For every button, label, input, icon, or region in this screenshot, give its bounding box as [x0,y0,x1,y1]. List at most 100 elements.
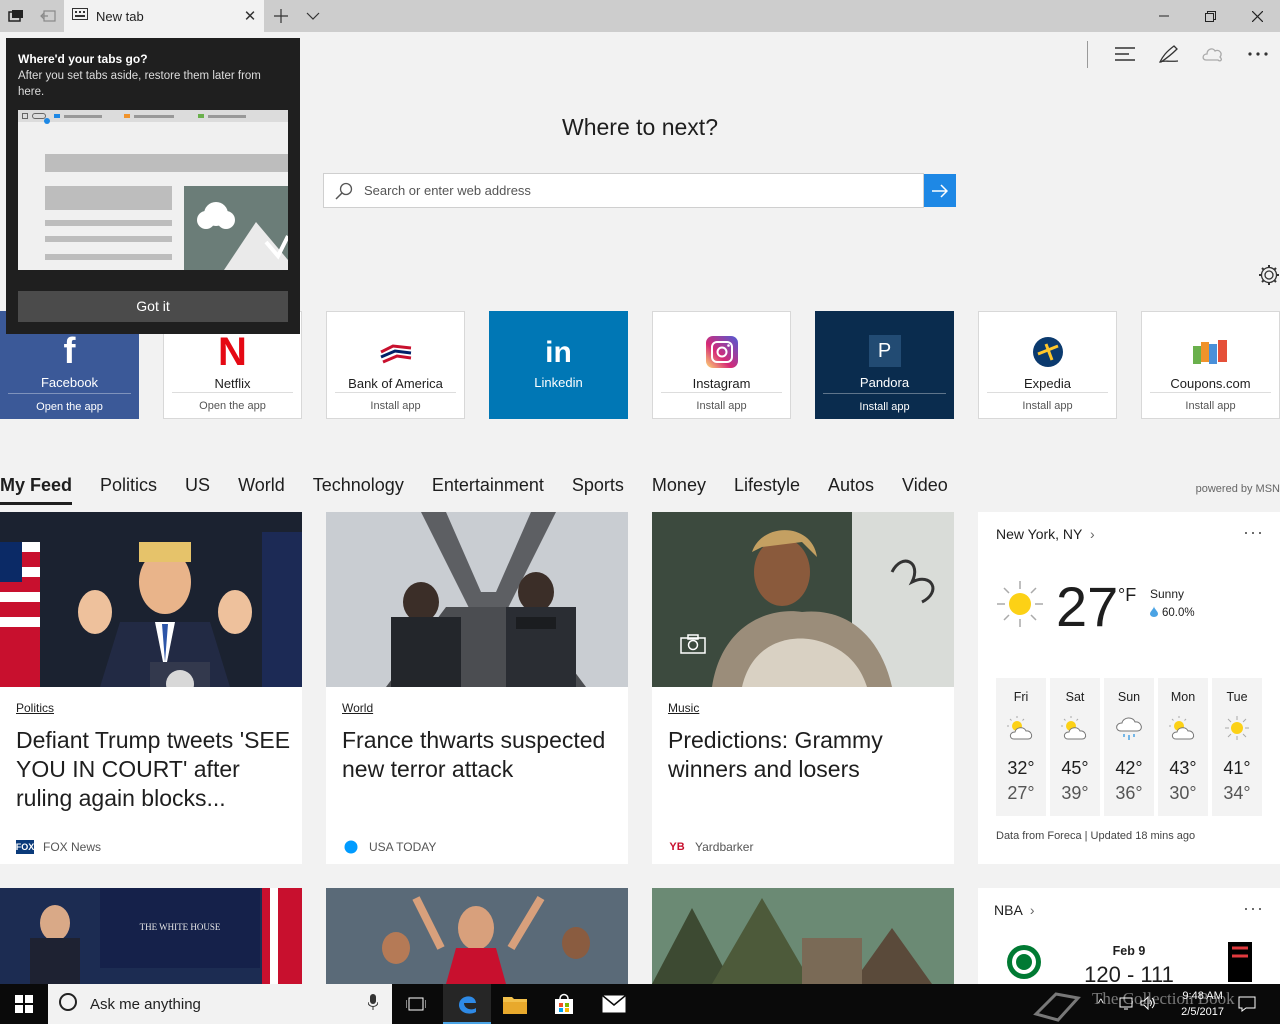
raindrop-icon [1150,606,1158,620]
news-source-name: FOX News [43,840,102,854]
search-icon [324,182,364,200]
top-site-pandora[interactable]: P Pandora Install app [815,311,954,419]
news-category[interactable]: Music [668,701,699,715]
set-tabs-aside-icon[interactable] [32,0,64,32]
forecast-day[interactable]: Fri 32° 27° [996,678,1046,816]
forecast-day[interactable]: Sun 42° 36° [1104,678,1154,816]
task-view-icon[interactable] [392,984,440,1024]
yardbarker-logo-icon: YB [669,841,685,853]
news-title[interactable]: Predictions: Grammy winners and losers [668,726,948,784]
top-site-expedia[interactable]: Expedia Install app [978,311,1117,419]
feed-tab-us[interactable]: US [185,475,210,505]
news-source-name: USA TODAY [369,840,437,854]
feed-nav: My Feed Politics US World Technology Ent… [0,475,976,505]
coupons-logo-icon [1142,312,1279,372]
top-site-bank-of-america[interactable]: Bank of America Install app [326,311,465,419]
feed-tab-my-feed[interactable]: My Feed [0,475,73,505]
news-category[interactable]: World [342,701,373,715]
nba-more-icon[interactable]: ··· [1243,898,1264,919]
search-go-button[interactable] [924,174,956,207]
got-it-button[interactable]: Got it [18,291,288,322]
news-card[interactable] [652,888,954,984]
search-input[interactable] [364,183,904,198]
weather-more-icon[interactable]: ··· [1243,522,1264,543]
tab-title: New tab [96,8,144,24]
news-card[interactable] [326,888,628,984]
top-site-action[interactable]: Install app [823,393,946,419]
linkedin-logo-icon: in [545,336,572,369]
top-site-action[interactable]: Install app [1150,392,1271,418]
minimize-icon[interactable] [1141,0,1187,32]
news-source: FOX FOX News [16,840,101,854]
feed-tab-sports[interactable]: Sports [572,475,624,505]
share-icon[interactable] [1193,38,1233,70]
pandora-logo-icon: P [815,311,954,371]
store-icon[interactable] [540,984,588,1024]
feed-tab-money[interactable]: Money [652,475,706,505]
top-site-action[interactable]: Open the app [8,393,131,419]
weather-precip-value: 60.0% [1162,607,1195,619]
fox-news-logo-icon: FOX [15,840,35,854]
news-title[interactable]: Defiant Trump tweets 'SEE YOU IN COURT' … [16,726,296,813]
feed-tab-autos[interactable]: Autos [828,475,874,505]
news-card[interactable]: Politics Defiant Trump tweets 'SEE YOU I… [0,512,302,864]
feed-tab-politics[interactable]: Politics [100,475,157,505]
nba-title-label: NBA [994,902,1023,918]
news-card[interactable]: World France thwarts suspected new terro… [326,512,628,864]
windows-start-icon[interactable] [0,984,48,1024]
web-note-icon[interactable] [1149,38,1189,70]
usa-today-logo-icon [342,840,360,854]
forecast-day-name: Tue [1226,690,1248,704]
top-site-instagram[interactable]: Instagram Install app [652,311,791,419]
top-site-coupons[interactable]: Coupons.com Install app [1141,311,1280,419]
feed-tab-technology[interactable]: Technology [313,475,404,505]
news-image [0,512,302,687]
forecast-day-name: Fri [1013,690,1029,704]
news-card[interactable]: THE WHITE HOUSE [0,888,302,984]
top-site-action[interactable]: Install app [661,392,782,418]
tab-new-tab[interactable]: New tab ✕ [64,0,264,32]
forecast-high: 42° [1115,758,1143,778]
forecast-day[interactable]: Mon 43° 30° [1158,678,1208,816]
weather-location[interactable]: New York, NY › [996,526,1095,542]
news-category[interactable]: Politics [16,701,54,715]
cortana-search-box[interactable]: Ask me anything [48,984,392,1024]
top-site-action[interactable]: Install app [335,392,456,418]
forecast-day[interactable]: Sat 45° 39° [1050,678,1100,816]
top-site-name: Pandora [859,375,910,390]
close-tab-icon[interactable]: ✕ [236,7,264,25]
new-tab-icon[interactable] [265,0,297,32]
news-card[interactable]: Music Predictions: Grammy winners and lo… [652,512,954,864]
sun-icon [994,578,1046,635]
settings-gear-icon[interactable] [1258,264,1280,291]
forecast-day[interactable]: Tue 41° 34° [1212,678,1262,816]
mail-icon[interactable] [590,984,638,1024]
search-box[interactable] [323,173,924,208]
news-source-name: Yardbarker [695,840,754,854]
tabs-aside-icon[interactable] [0,0,32,32]
cortana-circle-icon [58,992,78,1017]
top-site-linkedin[interactable]: in Linkedin [489,311,628,419]
feed-tab-world[interactable]: World [238,475,285,505]
restore-icon[interactable] [1187,0,1233,32]
news-title[interactable]: France thwarts suspected new terror atta… [342,726,622,784]
tab-preview-chevron-icon[interactable] [297,0,329,32]
top-site-action[interactable]: Open the app [172,392,293,418]
feed-tab-video[interactable]: Video [902,475,948,505]
microphone-icon[interactable] [367,993,379,1015]
partly-sunny-icon [1050,708,1100,748]
feed-tab-entertainment[interactable]: Entertainment [432,475,544,505]
top-site-action[interactable]: Install app [987,392,1108,418]
expedia-logo-icon [979,312,1116,372]
more-icon[interactable] [1238,38,1278,70]
edge-taskbar-icon[interactable] [443,984,491,1024]
feed-tab-lifestyle[interactable]: Lifestyle [734,475,800,505]
close-window-icon[interactable] [1234,0,1280,32]
action-center-icon[interactable] [1238,996,1256,1017]
hub-icon[interactable] [1105,38,1145,70]
nba-title[interactable]: NBA › [994,902,1035,918]
tooltip-illustration [18,110,288,270]
file-explorer-icon[interactable] [491,984,539,1024]
weather-condition: Sunny [1150,587,1185,601]
taskbar: Ask me anything ^ 9:48 AM 2/5/2017 [0,984,1280,1024]
